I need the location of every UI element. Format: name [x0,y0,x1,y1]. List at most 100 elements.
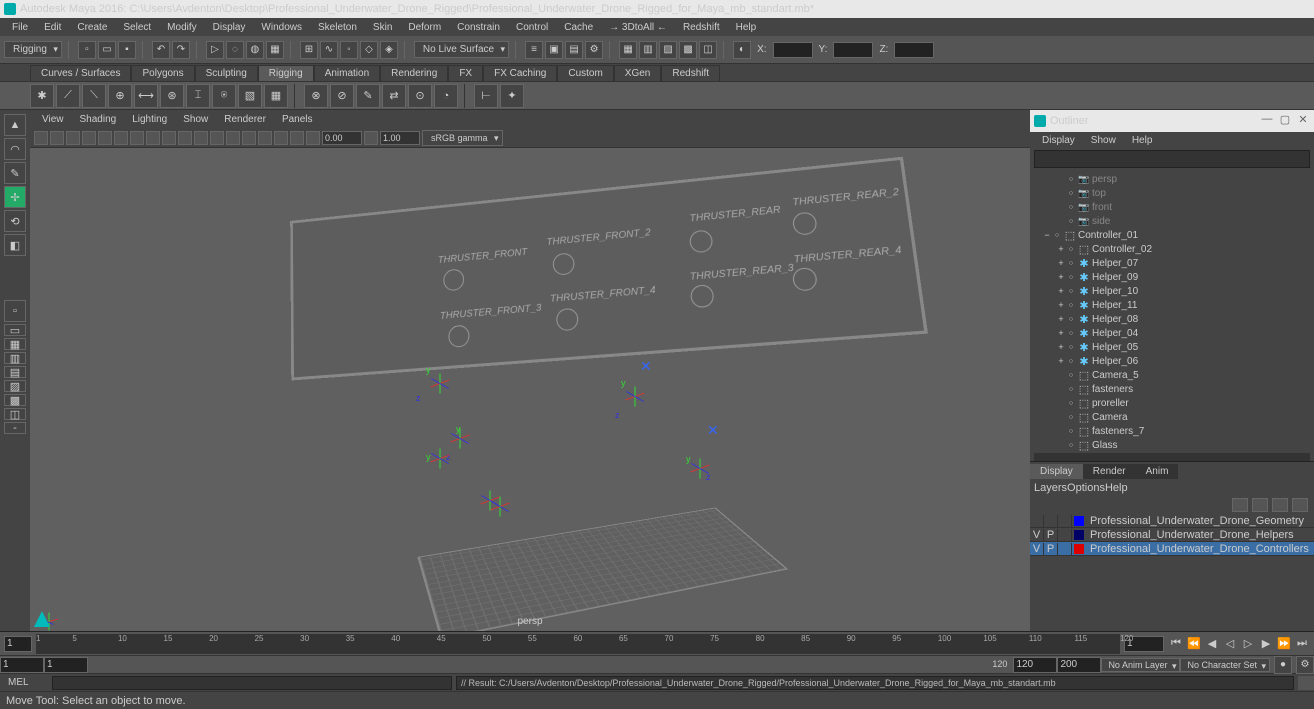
outliner-item[interactable]: +○✱Helper_09 [1032,270,1312,284]
vp-safe-icon[interactable] [162,131,176,145]
panel-layout5-icon[interactable]: ◫ [699,41,717,59]
orient-joint-icon[interactable]: ⊛ [160,84,184,108]
lattice-icon[interactable]: ▦ [264,84,288,108]
outliner-item[interactable]: ○📷front [1032,200,1312,214]
vp-light-icon[interactable] [226,131,240,145]
vp-menu-show[interactable]: Show [175,112,216,127]
vp-gamma-icon[interactable] [364,131,378,145]
layer-row[interactable]: VPProfessional_Underwater_Drone_Controll… [1030,542,1314,556]
vp-menu-renderer[interactable]: Renderer [216,112,274,127]
shelf-tab-animation[interactable]: Animation [314,65,380,81]
menu-dtoall[interactable]: → 3DtoAll ← [601,20,675,35]
step-back-icon[interactable]: ◀ [1204,636,1220,652]
vp-menu-panels[interactable]: Panels [274,112,321,127]
layout-custom3-icon[interactable]: ◫ [4,408,26,420]
mirror-weights-icon[interactable]: ⇄ [382,84,406,108]
layout-twoside-icon[interactable]: ▥ [4,352,26,364]
x-input[interactable] [773,42,813,58]
mirror-joint-icon[interactable]: ⟷ [134,84,158,108]
outliner-item[interactable]: +○✱Helper_04 [1032,326,1312,340]
outliner-item[interactable]: ○⬚Camera_5 [1032,368,1312,382]
paint-weights-icon[interactable]: ✎ [356,84,380,108]
vp-film-icon[interactable] [114,131,128,145]
shelf-tab-curvessurfaces[interactable]: Curves / Surfaces [30,65,131,81]
menu-select[interactable]: Select [115,20,159,35]
command-input[interactable] [52,676,452,690]
select-mode-icon[interactable]: ▷ [206,41,224,59]
outliner-item[interactable]: ○📷persp [1032,172,1312,186]
viewport-3d[interactable]: THRUSTER_FRONT THRUSTER_FRONT_2 THRUSTER… [30,148,1030,631]
layout-single-icon[interactable]: ▭ [4,324,26,336]
redo-icon[interactable]: ↷ [172,41,190,59]
outliner-menu-show[interactable]: Show [1083,134,1124,147]
move-tool-icon[interactable]: ✢ [4,186,26,208]
prefs-icon[interactable]: ⚙ [1296,656,1314,674]
goto-start-icon[interactable]: ⏮ [1168,636,1184,652]
panel-layout-icon[interactable]: ▦ [619,41,637,59]
outliner-menu-help[interactable]: Help [1124,134,1161,147]
snap-grid-icon[interactable]: ⊞ [300,41,318,59]
layer-move-up-icon[interactable] [1232,498,1248,512]
vp-shadow-icon[interactable] [242,131,256,145]
outliner-item[interactable]: ○📷top [1032,186,1312,200]
outliner-item[interactable]: ○⬚fasteners_7 [1032,424,1312,438]
snap-curve-icon[interactable]: ∿ [320,41,338,59]
character-set-combo[interactable]: No Character Set [1180,658,1270,672]
vp-cam-icon[interactable] [50,131,64,145]
layer-row[interactable]: Professional_Underwater_Drone_Geometry [1030,514,1314,528]
panel-layout3-icon[interactable]: ▨ [659,41,677,59]
ik-spline-icon[interactable]: ⟍ [82,84,106,108]
menu-windows[interactable]: Windows [253,20,310,35]
render-icon[interactable]: ▣ [545,41,563,59]
y-input[interactable] [833,42,873,58]
detach-skin-icon[interactable]: ⊘ [330,84,354,108]
cluster-icon[interactable]: ⊙ [408,84,432,108]
range-endvis-input[interactable] [1013,657,1057,673]
scale-tool-icon[interactable]: ◧ [4,234,26,256]
construction-history-icon[interactable]: ≡ [525,41,543,59]
play-fwd-icon[interactable]: ▷ [1240,636,1256,652]
maximize-icon[interactable]: ▢ [1278,112,1292,126]
live-surface-combo[interactable]: No Live Surface [414,41,509,58]
shelf-tab-rendering[interactable]: Rendering [380,65,448,81]
panel-layout2-icon[interactable]: ▥ [639,41,657,59]
vp-bookmark-icon[interactable] [66,131,80,145]
snap-live-icon[interactable]: ◈ [380,41,398,59]
range-start-input[interactable] [0,657,44,673]
layout-custom1-icon[interactable]: ▨ [4,380,26,392]
layout-four-icon[interactable]: ▦ [4,338,26,350]
vp-isolate-icon[interactable] [258,131,272,145]
select-tool-icon[interactable]: ▲ [4,114,26,136]
undo-icon[interactable]: ↶ [152,41,170,59]
menu-cache[interactable]: Cache [556,20,601,35]
menu-file[interactable]: File [4,20,36,35]
blendshape-icon[interactable]: ◔ [434,84,458,108]
anim-layer-combo[interactable]: No Anim Layer [1101,658,1180,672]
vp-image-icon[interactable] [82,131,96,145]
shelf-tab-fxcaching[interactable]: FX Caching [483,65,557,81]
vp-colorspace-combo[interactable]: sRGB gamma [422,130,503,146]
range-startvis-input[interactable] [44,657,88,673]
outliner-item[interactable]: ○⬚fasteners [1032,382,1312,396]
close-icon[interactable]: ✕ [1296,112,1310,126]
box-icon[interactable]: ▧ [238,84,262,108]
shelf-tab-polygons[interactable]: Polygons [131,65,194,81]
vp-res-icon[interactable] [146,131,160,145]
menu-help[interactable]: Help [728,20,765,35]
vp-menu-shading[interactable]: Shading [72,112,125,127]
lasso-icon[interactable]: ◌ [226,41,244,59]
step-fwd-icon[interactable]: ▶ [1258,636,1274,652]
step-fwd-key-icon[interactable]: ⏩ [1276,636,1292,652]
layer-tab-display[interactable]: Display [1030,464,1083,479]
outliner-item[interactable]: ○⬚proreller [1032,396,1312,410]
workspace-combo[interactable]: Rigging [4,41,62,58]
menu-redshift[interactable]: Redshift [675,20,728,35]
script-lang-toggle[interactable]: MEL [0,677,52,688]
autokey-icon[interactable]: ● [1274,656,1292,674]
layer-menu-options[interactable]: Options [1067,482,1105,494]
outliner-item[interactable]: +○✱Helper_06 [1032,354,1312,368]
shelf-tab-rigging[interactable]: Rigging [258,65,314,81]
vp-gamma-input[interactable] [380,131,420,145]
shelf-tab-redshift[interactable]: Redshift [661,65,720,81]
menu-edit[interactable]: Edit [36,20,69,35]
